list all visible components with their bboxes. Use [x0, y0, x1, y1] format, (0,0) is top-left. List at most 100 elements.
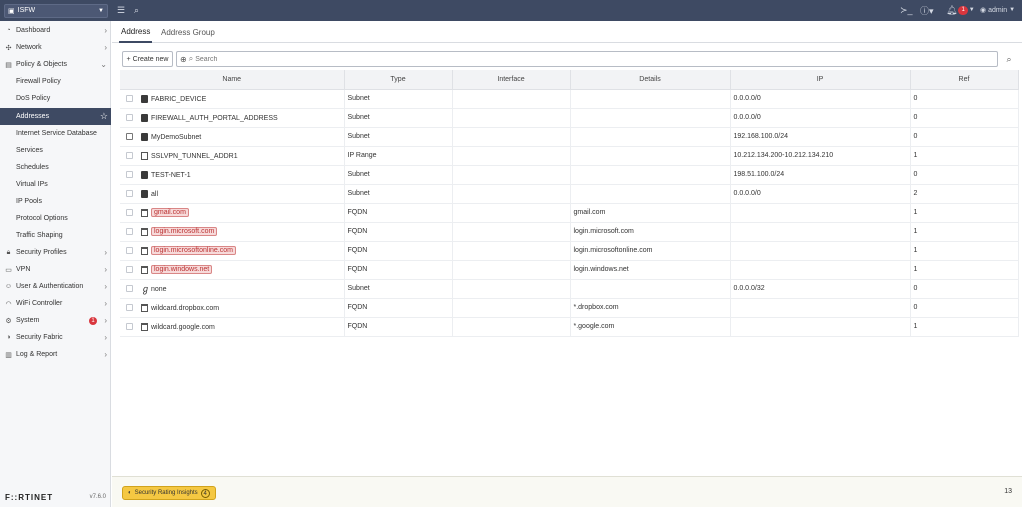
- sidebar-item-addresses[interactable]: Addresses ☆: [0, 108, 111, 125]
- cell-ref[interactable]: 2: [910, 184, 1019, 204]
- sidebar-item-log-report[interactable]: ▥ Log & Report ›: [0, 346, 111, 363]
- star-icon[interactable]: ☆: [100, 111, 108, 122]
- cell-ref[interactable]: 0: [910, 298, 1019, 318]
- cell-ref[interactable]: 0: [910, 127, 1019, 147]
- address-name[interactable]: all: [151, 190, 158, 197]
- column-header-name[interactable]: Name: [120, 70, 345, 90]
- menu-toggle-icon[interactable]: ☰: [117, 3, 125, 17]
- address-name[interactable]: gmail.com: [151, 208, 189, 218]
- row-checkbox[interactable]: [126, 152, 133, 159]
- column-header-ip[interactable]: IP: [730, 70, 911, 90]
- sidebar-item-services[interactable]: Services: [0, 142, 111, 159]
- sidebar-item-vpn[interactable]: ▭ VPN ›: [0, 261, 111, 278]
- sidebar-item-system[interactable]: ⚙ System 1 ›: [0, 312, 111, 329]
- row-checkbox[interactable]: [126, 323, 133, 330]
- cell-ref[interactable]: 1: [910, 145, 1019, 166]
- cell-ip: [730, 260, 911, 280]
- address-name[interactable]: login.microsoftonline.com: [151, 246, 236, 256]
- table-row[interactable]: SSLVPN_TUNNEL_ADDR1 IP Range 10.212.134.20…: [120, 145, 1019, 166]
- chevron-down-icon: ▼: [968, 7, 975, 13]
- notifications-button[interactable]: 🔔︎ 1 ▼: [946, 3, 975, 17]
- cell-ref[interactable]: 1: [910, 203, 1019, 223]
- table-row[interactable]: all Subnet 0.0.0.0/0 2: [120, 184, 1019, 204]
- cell-ref[interactable]: 1: [910, 317, 1019, 337]
- chevron-down-icon: ⌄: [100, 60, 107, 69]
- column-header-ref[interactable]: Ref: [910, 70, 1019, 90]
- sidebar-item-internet-service-database[interactable]: Internet Service Database: [0, 125, 111, 142]
- row-checkbox[interactable]: [126, 114, 133, 121]
- user-menu[interactable]: ◉ admin ▼: [980, 3, 1015, 17]
- table-row[interactable]: login.microsoft.com FQDN login.microsoft.c…: [120, 222, 1019, 242]
- search-input[interactable]: [195, 55, 997, 63]
- column-header-interface[interactable]: Interface: [452, 70, 571, 90]
- cell-ref[interactable]: 0: [910, 108, 1019, 128]
- sidebar-item-traffic-shaping[interactable]: Traffic Shaping: [0, 227, 111, 244]
- device-selector[interactable]: ▣ ISFW ▼: [4, 3, 108, 18]
- table-row[interactable]: wildcard.google.com FQDN *.google.com 1: [120, 317, 1019, 337]
- row-checkbox[interactable]: [126, 285, 133, 292]
- sidebar-item-wifi-controller[interactable]: ◠ WiFi Controller ›: [0, 295, 111, 312]
- cell-ref[interactable]: 1: [910, 241, 1019, 261]
- create-new-button[interactable]: + Create new: [122, 51, 173, 67]
- table-row[interactable]: login.microsoftonline.com FQDN login.micro…: [120, 241, 1019, 261]
- sidebar-item-security-fabric[interactable]: ◑ Security Fabric ›: [0, 329, 111, 346]
- table-row[interactable]: FABRIC_DEVICE Subnet 0.0.0.0/0 0: [120, 89, 1019, 109]
- column-header-details[interactable]: Details: [570, 70, 731, 90]
- table-row[interactable]: MyDemoSubnet Subnet 192.168.100.0/24 0: [120, 127, 1019, 147]
- sidebar-item-dashboard[interactable]: ◔ Dashboard ›: [0, 22, 111, 39]
- row-checkbox[interactable]: [126, 266, 133, 273]
- table-row[interactable]: gmail.com FQDN gmail.com 1: [120, 203, 1019, 223]
- sidebar-item-ip-pools[interactable]: IP Pools: [0, 193, 111, 210]
- address-name[interactable]: wildcard.google.com: [151, 323, 215, 330]
- cell-ref[interactable]: 0: [910, 165, 1019, 185]
- row-checkbox[interactable]: [126, 209, 133, 216]
- cell-ref[interactable]: 0: [910, 279, 1019, 299]
- table-row[interactable]: FIREWALL_AUTH_PORTAL_ADDRESS Subnet 0.0.0.…: [120, 108, 1019, 128]
- address-name[interactable]: none: [151, 285, 167, 292]
- row-checkbox[interactable]: [126, 190, 133, 197]
- cell-ref[interactable]: 0: [910, 89, 1019, 109]
- sidebar-item-schedules[interactable]: Schedules: [0, 159, 111, 176]
- row-checkbox[interactable]: [126, 171, 133, 178]
- chevron-right-icon: ›: [104, 282, 107, 291]
- address-name[interactable]: FABRIC_DEVICE: [151, 95, 206, 102]
- sidebar-item-dos-policy[interactable]: DoS Policy: [0, 90, 111, 107]
- row-checkbox[interactable]: [126, 247, 133, 254]
- address-name[interactable]: FIREWALL_AUTH_PORTAL_ADDRESS: [151, 114, 278, 121]
- sidebar-item-security-profiles[interactable]: 🔒︎ Security Profiles ›: [0, 244, 111, 261]
- sidebar-item-policy-objects[interactable]: ▤ Policy & Objects ⌄: [0, 56, 111, 73]
- help-icon[interactable]: ⓘ▾: [920, 3, 934, 17]
- row-checkbox[interactable]: [126, 304, 133, 311]
- row-checkbox[interactable]: [126, 133, 133, 140]
- add-filter-icon[interactable]: ⊕: [180, 55, 187, 64]
- subnet-icon: [141, 132, 148, 141]
- address-name[interactable]: MyDemoSubnet: [151, 133, 201, 140]
- row-checkbox[interactable]: [126, 228, 133, 235]
- address-name[interactable]: login.microsoft.com: [151, 227, 218, 237]
- table-row[interactable]: wildcard.dropbox.com FQDN *.dropbox.com 0: [120, 298, 1019, 318]
- address-name[interactable]: wildcard.dropbox.com: [151, 304, 219, 311]
- sidebar-item-virtual-ips[interactable]: Virtual IPs: [0, 176, 111, 193]
- column-header-type[interactable]: Type: [344, 70, 453, 90]
- sidebar-item-user-authentication[interactable]: ☺ User & Authentication ›: [0, 278, 111, 295]
- sidebar-item-firewall-policy[interactable]: Firewall Policy: [0, 73, 111, 90]
- cell-ref[interactable]: 1: [910, 222, 1019, 242]
- tab-address[interactable]: Address: [119, 21, 153, 43]
- cli-console-icon[interactable]: ≻_: [900, 3, 913, 17]
- security-rating-insights-button[interactable]: ◐ Security Rating Insights 4: [122, 486, 216, 500]
- address-name[interactable]: SSLVPN_TUNNEL_ADDR1: [151, 152, 238, 159]
- sidebar-item-protocol-options[interactable]: Protocol Options: [0, 210, 111, 227]
- cell-ref[interactable]: 1: [910, 260, 1019, 280]
- tab-address-group[interactable]: Address Group: [161, 21, 215, 43]
- address-name[interactable]: login.windows.net: [151, 265, 213, 275]
- row-checkbox[interactable]: [126, 95, 133, 102]
- chevron-right-icon: ›: [104, 333, 107, 342]
- sidebar-item-network[interactable]: ✣ Network ›: [0, 39, 111, 56]
- dashboard-icon: ◔: [6, 27, 11, 34]
- table-row[interactable]: ℊnone Subnet 0.0.0.0/32 0: [120, 279, 1019, 299]
- search-icon[interactable]: ⌕: [134, 3, 139, 17]
- table-row[interactable]: TEST-NET-1 Subnet 198.51.100.0/24 0: [120, 165, 1019, 185]
- table-row[interactable]: login.windows.net FQDN login.windows.net 1: [120, 260, 1019, 280]
- address-name[interactable]: TEST-NET-1: [151, 171, 191, 178]
- search-submit-icon[interactable]: ⌕: [1002, 52, 1016, 66]
